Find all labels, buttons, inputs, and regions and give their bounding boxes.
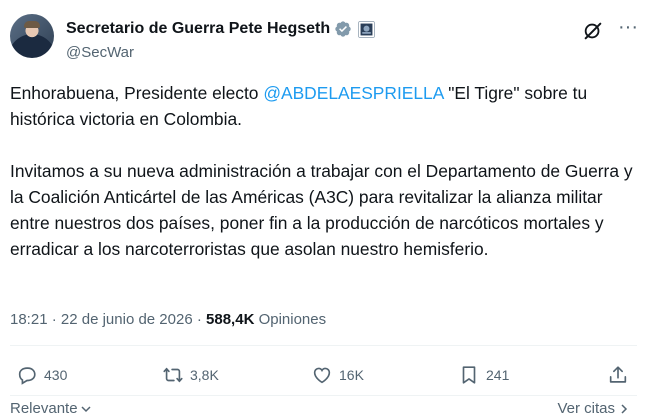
- more-horizontal-icon[interactable]: ···: [616, 17, 640, 42]
- author-name-row: Secretario de Guerra Pete Hegseth: [66, 20, 376, 38]
- mention-link[interactable]: @ABDELAESPRIELLA: [263, 83, 443, 103]
- repost-count: 3,8K: [190, 367, 219, 383]
- reply-count: 430: [44, 367, 68, 383]
- avatar[interactable]: [10, 14, 54, 58]
- reply-icon: [18, 367, 36, 385]
- sort-label: Relevante: [10, 400, 78, 417]
- tweet-header: Secretario de Guerra Pete Hegseth @SecWa…: [10, 14, 640, 64]
- grok-icon[interactable]: [582, 20, 604, 42]
- heart-icon: [313, 367, 331, 384]
- view-quotes-link[interactable]: Ver citas: [557, 400, 629, 417]
- quotes-label: Ver citas: [557, 400, 615, 417]
- tweet-paragraph-2: Invitamos a su nueva administración a tr…: [10, 161, 633, 259]
- sort-dropdown[interactable]: Relevante: [10, 400, 92, 417]
- bookmark-button[interactable]: 241: [458, 364, 509, 386]
- action-bar: 430 3,8K 16K 241: [0, 356, 647, 396]
- tweet-paragraph-1: Enhorabuena, Presidente electo @ABDELAES…: [10, 83, 588, 129]
- tweet-date[interactable]: 22 de junio de 2026: [61, 311, 193, 328]
- share-icon: [609, 366, 627, 383]
- views-label: Opiniones: [254, 311, 327, 328]
- repost-button[interactable]: 3,8K: [162, 364, 219, 386]
- divider: [10, 345, 637, 346]
- tweet-time[interactable]: 18:21: [10, 311, 48, 328]
- divider: [10, 395, 637, 396]
- government-affiliation-icon[interactable]: [358, 20, 376, 38]
- verified-badge-icon[interactable]: [334, 20, 352, 38]
- bookmark-icon: [462, 366, 476, 384]
- chevron-down-icon: [81, 405, 91, 412]
- view-count: 588,4K: [206, 311, 255, 328]
- author-name[interactable]: Secretario de Guerra Pete Hegseth: [66, 20, 330, 38]
- repost-icon: [163, 367, 183, 383]
- author-handle[interactable]: @SecWar: [66, 44, 134, 61]
- like-count: 16K: [339, 367, 364, 383]
- chevron-right-icon: [621, 403, 628, 414]
- tweet-text: Enhorabuena, Presidente electo @ABDELAES…: [10, 80, 640, 262]
- share-button[interactable]: [607, 364, 629, 391]
- like-button[interactable]: 16K: [311, 364, 364, 386]
- bookmark-count: 241: [486, 367, 510, 383]
- tweet-meta: 18:21 · 22 de junio de 2026 · 588,4K Opi…: [10, 311, 327, 328]
- reply-button[interactable]: 430: [16, 364, 67, 386]
